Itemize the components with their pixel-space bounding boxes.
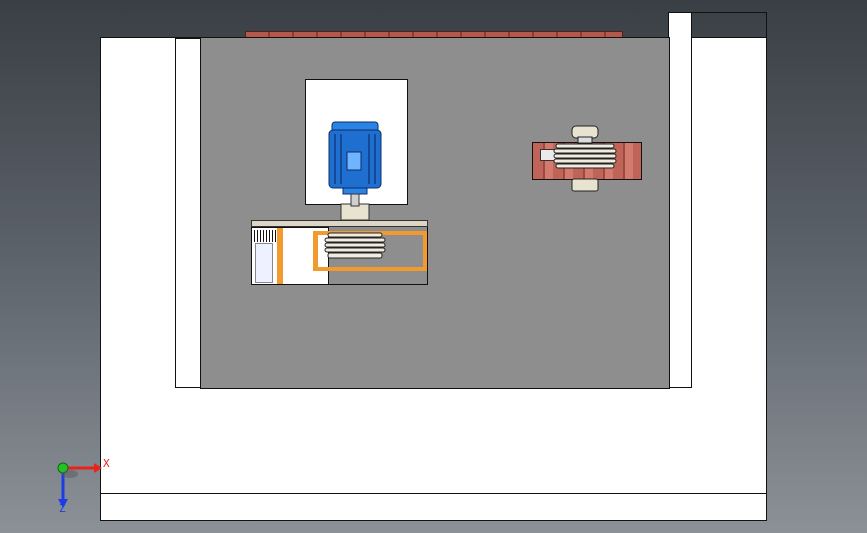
cad-viewport[interactable]: X Z [0, 0, 867, 533]
shelf-top [251, 220, 428, 227]
left-housing-panel [255, 243, 273, 283]
right-post-inner [690, 12, 767, 13]
right-post[interactable] [668, 12, 692, 388]
right-pulley-icon [553, 125, 617, 192]
z-axis-label: Z [59, 502, 66, 515]
motor-icon[interactable] [325, 116, 385, 226]
left-housing-slats [254, 230, 276, 242]
back-panel[interactable] [200, 37, 670, 389]
right-post-edge [766, 12, 767, 38]
right-shelf-line [427, 227, 428, 285]
pulley-icon [324, 232, 386, 259]
base-bottom-line [100, 493, 767, 494]
lower-shelf-line [251, 284, 428, 285]
left-post[interactable] [175, 38, 201, 388]
x-axis-label: X [103, 457, 110, 470]
orange-bracket-left [277, 228, 283, 285]
